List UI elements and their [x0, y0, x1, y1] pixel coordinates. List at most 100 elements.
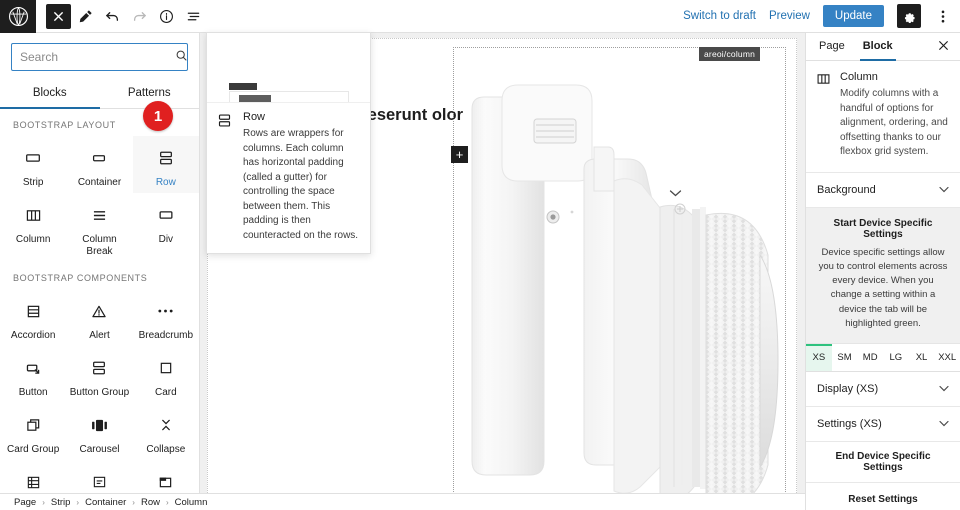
panel-display-xs[interactable]: Display (XS): [806, 372, 960, 407]
block-item-column-break[interactable]: Column Break: [66, 193, 132, 262]
block-preview-popover: Row Rows are wrappers for columns. Each …: [206, 32, 371, 254]
sidebar-tab-block[interactable]: Block: [854, 33, 902, 61]
block-item-button[interactable]: Button: [0, 346, 66, 403]
block-item-nav-tabs[interactable]: Nav and Tabs: [133, 460, 199, 493]
block-preview-description: Rows are wrappers for columns. Each colu…: [243, 128, 359, 241]
panel-settings-xs[interactable]: Settings (XS): [806, 407, 960, 442]
step-badge-1: 1: [143, 101, 173, 131]
preview-tag-outer: [229, 83, 257, 90]
carousel-icon: [91, 414, 108, 436]
accordion-icon: [26, 300, 41, 322]
device-tab-md[interactable]: MD: [857, 344, 883, 371]
device-tab-xs[interactable]: XS: [806, 344, 832, 371]
switch-to-draft-button[interactable]: Switch to draft: [683, 10, 756, 22]
block-item-label: Column: [15, 234, 51, 245]
device-notice-body: Device specific settings allow you to co…: [818, 246, 948, 329]
breadcrumb-item-page[interactable]: Page: [14, 497, 36, 508]
button-group-icon: [91, 357, 107, 379]
editor-tools-group: [46, 3, 206, 29]
block-item-label: Accordion: [10, 330, 56, 341]
breadcrumb-item-column[interactable]: Column: [175, 497, 208, 508]
block-list[interactable]: BOOTSTRAP LAYOUT Strip Container Row Col…: [0, 109, 199, 493]
close-sidebar-button[interactable]: [938, 39, 956, 54]
camera-image[interactable]: [464, 57, 794, 493]
panel-background-label: Background: [817, 183, 876, 196]
breadcrumb-item-row[interactable]: Row: [141, 497, 160, 508]
tab-blocks[interactable]: Blocks: [0, 79, 100, 109]
device-tab-xxl[interactable]: XXL: [934, 344, 960, 371]
list-view-icon[interactable]: [181, 4, 206, 29]
block-item-column[interactable]: Column: [0, 193, 66, 262]
panel-display-xs-label: Display (XS): [817, 383, 879, 395]
block-item-card[interactable]: Card: [133, 346, 199, 403]
block-item-collapse[interactable]: Collapse: [133, 403, 199, 460]
close-inserter-button[interactable]: [46, 3, 71, 29]
undo-arrow-icon[interactable]: [100, 4, 125, 29]
add-block-button[interactable]: +: [451, 146, 468, 163]
breadcrumb-item-strip[interactable]: Strip: [51, 497, 71, 508]
canvas-heading-text[interactable]: deserunt olor.: [358, 105, 463, 127]
block-item-accordion[interactable]: Accordion: [0, 289, 66, 346]
block-item-button-group[interactable]: Button Group: [66, 346, 132, 403]
block-grid-components: Accordion Alert Breadcrumb Button Button…: [0, 289, 199, 493]
device-tab-xxl-label: XXL: [938, 352, 957, 363]
block-item-container[interactable]: Container: [66, 136, 132, 193]
device-tab-md-label: MD: [862, 352, 878, 363]
kebab-menu-icon[interactable]: [934, 4, 952, 28]
block-item-label: Carousel: [79, 444, 120, 455]
sidebar-tab-block-label: Block: [862, 40, 893, 52]
block-item-list-group[interactable]: List Group: [0, 460, 66, 493]
pencil-icon[interactable]: [73, 4, 98, 29]
block-item-breadcrumb[interactable]: Breadcrumb: [133, 289, 199, 346]
block-item-strip[interactable]: Strip: [0, 136, 66, 193]
block-item-modal[interactable]: Modal: [66, 460, 132, 493]
device-tab-xs-label: XS: [812, 352, 826, 363]
breadcrumb-item-container[interactable]: Container: [85, 497, 126, 508]
block-item-div[interactable]: Div: [133, 193, 199, 262]
top-toolbar: Switch to draft Preview Update: [0, 0, 960, 33]
gear-icon[interactable]: [897, 4, 921, 28]
search-input[interactable]: [20, 50, 175, 64]
search-container: [0, 33, 199, 77]
sidebar-block-info: Column Modify columns with a handful of …: [806, 61, 960, 173]
div-icon: [157, 204, 175, 226]
collapse-icon: [159, 414, 173, 436]
device-tab-xl[interactable]: XL: [909, 344, 935, 371]
sidebar-tab-page[interactable]: Page: [810, 33, 854, 60]
column-icon: [25, 204, 42, 226]
block-item-label: Button Group: [69, 387, 130, 398]
block-item-label: Breadcrumb: [138, 330, 194, 341]
wordpress-logo-icon[interactable]: [0, 0, 36, 33]
section-title-components: BOOTSTRAP COMPONENTS: [13, 273, 148, 283]
block-preview-thumbnail: [207, 33, 370, 103]
top-actions-group: Switch to draft Preview Update: [683, 4, 960, 28]
block-item-label: Strip: [22, 177, 44, 188]
block-item-card-group[interactable]: Card Group: [0, 403, 66, 460]
chevron-down-icon: [939, 384, 949, 394]
column-resize-handle[interactable]: [669, 186, 682, 197]
device-notice-title: Start Device Specific Settings: [833, 217, 933, 240]
device-tab-xl-label: XL: [915, 352, 928, 363]
sidebar-tab-page-label: Page: [819, 40, 845, 52]
panel-settings-xs-label: Settings (XS): [817, 418, 882, 430]
preview-button[interactable]: Preview: [769, 10, 810, 22]
block-item-label: Alert: [89, 330, 110, 341]
end-device-settings-label: End Device Specific Settings: [806, 442, 960, 483]
device-tab-sm[interactable]: SM: [832, 344, 858, 371]
block-item-row[interactable]: Row: [132, 136, 199, 193]
reset-settings-title: Reset Settings: [848, 494, 918, 505]
search-box[interactable]: [11, 43, 188, 71]
inserter-tabs: Blocks Patterns: [0, 79, 199, 109]
block-item-label: Column Break: [82, 234, 117, 257]
device-tab-lg[interactable]: LG: [883, 344, 909, 371]
block-grid-layout: Strip Container Row Column Column Break …: [0, 136, 199, 262]
update-button[interactable]: Update: [822, 5, 884, 27]
block-item-carousel[interactable]: Carousel: [66, 403, 132, 460]
search-icon: [175, 49, 188, 65]
panel-background[interactable]: Background: [806, 173, 960, 208]
block-item-alert[interactable]: Alert: [66, 289, 132, 346]
preview-row-outline: [229, 91, 349, 102]
info-circle-icon[interactable]: [154, 4, 179, 29]
editor-root: Switch to draft Preview Update Blocks Pa…: [0, 0, 960, 510]
sidebar-block-description: Modify columns with a handful of options…: [840, 88, 948, 157]
